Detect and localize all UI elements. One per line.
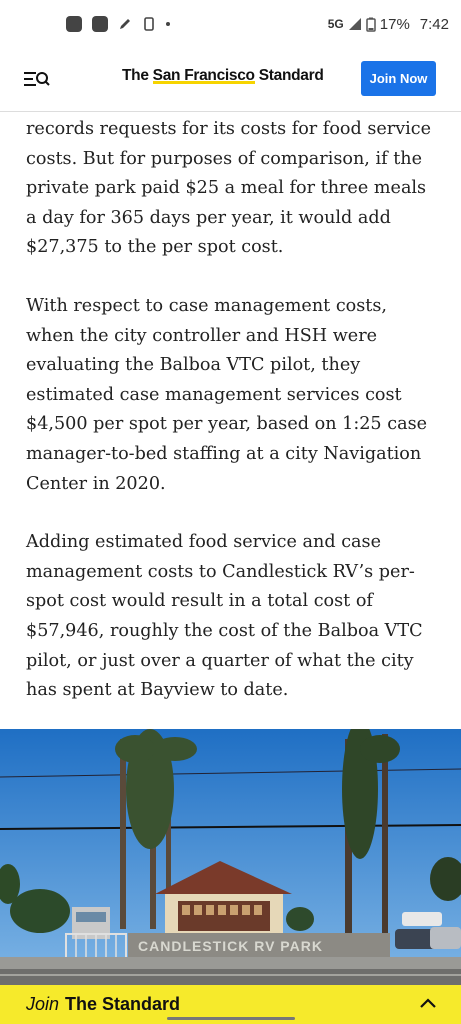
brand-prefix: The <box>122 67 153 84</box>
battery-level: 17% <box>379 15 410 33</box>
network-type: 5G <box>327 17 344 31</box>
rv-park-photo: CANDLESTICK RV PARK <box>0 729 461 985</box>
brand-suffix: Standard <box>254 67 324 84</box>
join-banner-text[interactable]: Join The Standard <box>26 994 180 1015</box>
article-paragraph: Adding estimated food service and case m… <box>26 532 423 701</box>
article-paragraph: records requests for its costs for food … <box>26 119 432 258</box>
park-sign: CANDLESTICK RV PARK <box>138 938 323 954</box>
app-notification-icon <box>66 16 82 32</box>
phone-icon <box>144 17 154 31</box>
article-photo: CANDLESTICK RV PARK <box>0 729 461 985</box>
pen-icon <box>120 19 130 29</box>
system-status: 5G 17% 7:42 <box>328 16 449 33</box>
join-label: The Standard <box>65 994 181 1014</box>
join-now-button[interactable]: Join Now <box>361 61 436 96</box>
battery-icon <box>366 17 376 32</box>
status-bar: 5G 17% 7:42 <box>0 0 461 48</box>
site-logo[interactable]: The San Francisco Standard <box>122 67 324 85</box>
app-notification-icon <box>92 16 108 32</box>
article-body: records requests for its costs for food … <box>26 115 438 735</box>
notification-icons <box>66 16 170 32</box>
more-notifications-icon <box>166 22 170 26</box>
article-paragraph: With respect to case management costs, w… <box>26 295 428 494</box>
chevron-up-icon[interactable] <box>419 997 437 1009</box>
clock: 7:42 <box>419 15 449 33</box>
join-prefix: Join <box>26 994 60 1014</box>
site-header: The San Francisco Standard Join Now <box>0 48 461 112</box>
brand-highlight: San Francisco <box>152 67 255 84</box>
home-indicator <box>167 1017 295 1020</box>
signal-icon <box>348 18 361 30</box>
menu-search-icon[interactable] <box>24 68 50 90</box>
